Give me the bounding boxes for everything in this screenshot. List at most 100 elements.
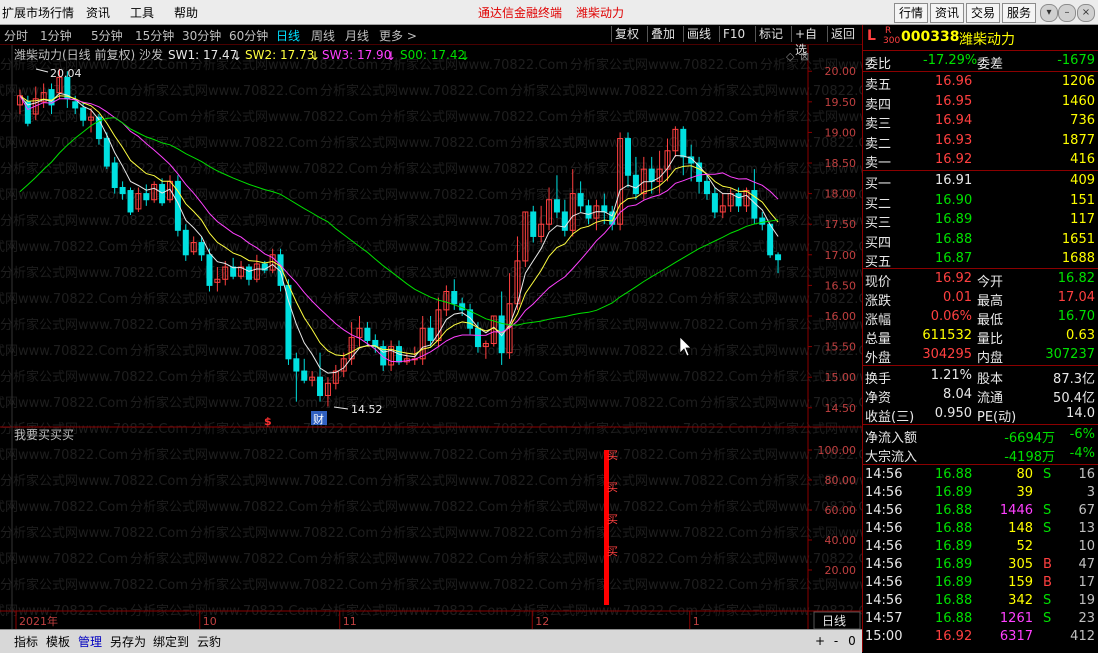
y-tick-label: 19.00 — [825, 126, 857, 139]
zoom-in-button[interactable]: + — [814, 634, 826, 648]
tick-time: 14:56 — [865, 485, 903, 500]
minimize-icon[interactable]: – — [1058, 4, 1076, 22]
watermark-text: 分析家公式网www.70822.Com — [190, 265, 378, 281]
candle-body — [632, 174, 639, 195]
candle-body — [577, 193, 584, 207]
buy-signal-bar — [604, 450, 609, 605]
chart-close-icon[interactable]: ⊠ — [800, 50, 809, 63]
tab-manage[interactable]: 管理 — [78, 633, 102, 650]
candle-body — [553, 199, 560, 213]
watermark-text: 分析家公式网www.70822.Com — [320, 551, 508, 567]
stat-row: 总量 611532 量比 0.63 — [863, 327, 1098, 347]
period-tab-timeshare[interactable]: 分时 — [4, 27, 28, 44]
period-tab-daily[interactable]: 日线 — [276, 27, 300, 44]
overlay-button[interactable]: 叠加 — [647, 26, 685, 42]
dropdown-icon[interactable]: ▾ — [1040, 4, 1058, 22]
period-tab-30min[interactable]: 30分钟 — [182, 27, 221, 44]
watermark-text: 分析家公式网www.70822.Com — [0, 499, 128, 515]
kline-chart[interactable]: 分析家公式网www.70822.Com 分析家公式网www.70822.Com 分析… — [0, 45, 862, 631]
stat-row: 涨跌 0.01 最高 17.04 — [863, 289, 1098, 309]
back-button[interactable]: 返回 — [827, 26, 863, 42]
watermark-text: 分析家公式网www.70822.Com — [130, 395, 318, 411]
period-tab-monthly[interactable]: 月线 — [345, 27, 369, 44]
level-r-badge: R — [885, 26, 892, 36]
service-button[interactable]: 服务 — [1002, 3, 1036, 23]
close-icon[interactable]: × — [1077, 4, 1095, 22]
candle-body — [206, 254, 213, 286]
watermark-text: 分析家公式网www.70822.Com — [190, 369, 378, 385]
menu-item-market[interactable]: 扩展市场行情 — [2, 4, 74, 21]
watermark-text: 分析家公式网www.70822.Com — [380, 369, 568, 385]
period-indicator-label[interactable]: 日线 — [822, 614, 846, 628]
flow-row: 净流入额 -6694万 -6% — [863, 426, 1098, 446]
tab-yunbao[interactable]: 云豹 — [197, 633, 221, 650]
watermark-text: 分析家公式网www.70822.Com — [320, 499, 508, 515]
fund-row: 收益(三) 0.950 PE(动) 14.0 — [863, 405, 1098, 425]
bid-volume: 1688 — [1061, 251, 1095, 266]
stat-value: 16.92 — [934, 271, 972, 286]
candle-body — [111, 162, 118, 188]
draw-button[interactable]: 画线 — [683, 26, 721, 42]
menu-item-tools[interactable]: 工具 — [130, 4, 154, 21]
watermark-text: 分析家公式网www.70822.Com — [320, 395, 508, 411]
add-watchlist-button[interactable]: +自选 — [791, 26, 829, 57]
tab-template[interactable]: 模板 — [46, 633, 70, 650]
menu-item-news[interactable]: 资讯 — [86, 4, 110, 21]
buy-signal-label: 买 — [607, 481, 618, 494]
stat-label: 最低 — [977, 313, 1004, 328]
watermark-text: 分析家公式网www.70822.Com — [510, 395, 698, 411]
flow-value: -6694万 — [1004, 431, 1055, 446]
period-tab-5min[interactable]: 5分钟 — [91, 27, 123, 44]
watermark-text: 分析家公式网www.70822.Com — [0, 213, 188, 229]
news-button[interactable]: 资讯 — [930, 3, 964, 23]
weibi-row: 委比 -17.29% 委差 -1679 — [865, 53, 1095, 72]
period-tab-15min[interactable]: 15分钟 — [135, 27, 174, 44]
zoom-reset-button[interactable]: 0 — [846, 634, 858, 648]
tick-volume: 305 — [1008, 557, 1033, 572]
candle-body — [759, 217, 766, 225]
watermark-text: 分析家公式网www.70822.Com — [320, 291, 508, 307]
watermark-text: 分析家公式网www.70822.Com — [320, 135, 508, 151]
tick-volume: 342 — [1008, 593, 1033, 608]
period-tab-more[interactable]: 更多 > — [379, 27, 417, 44]
candle-body — [601, 205, 608, 213]
dividend-marker[interactable]: $ — [264, 415, 272, 428]
trade-button[interactable]: 交易 — [966, 3, 1000, 23]
tick-count: 13 — [1078, 521, 1095, 536]
sub-y-tick-label: 20.00 — [825, 564, 857, 577]
period-tab-1min[interactable]: 1分钟 — [40, 27, 72, 44]
menu-item-help[interactable]: 帮助 — [174, 4, 198, 21]
watermark-text: 分析家公式网www.70822.Com — [320, 83, 508, 99]
tab-indicator[interactable]: 指标 — [14, 633, 38, 650]
tick-price: 16.89 — [935, 557, 973, 572]
tick-time: 14:56 — [865, 539, 903, 554]
flow-pct: -6% — [1069, 427, 1095, 442]
period-tab-60min[interactable]: 60分钟 — [229, 27, 268, 44]
mark-button[interactable]: 标记 — [755, 26, 793, 42]
stat-value: 0.01 — [943, 290, 972, 305]
period-tab-weekly[interactable]: 周线 — [311, 27, 335, 44]
level-l-badge: L — [867, 28, 876, 44]
watermark-text: 分析家公式网www.70822.Com — [510, 83, 698, 99]
tab-bind-to[interactable]: 绑定到 — [153, 633, 189, 650]
watermark-text: 分析家公式网www.70822.Com — [0, 395, 128, 411]
bid-volume: 1651 — [1061, 231, 1095, 247]
chart-settings-icon[interactable]: ◇ — [786, 50, 795, 63]
financial-marker[interactable]: 财 — [313, 412, 324, 426]
zoom-out-button[interactable]: - — [830, 634, 842, 648]
f10-button[interactable]: F10 — [719, 26, 757, 42]
watermark-text: 分析家公式网www.70822.Com — [190, 213, 378, 229]
app-title: 通达信金融终端 — [478, 6, 563, 20]
bid-row: 买三 16.89 117 — [863, 211, 1098, 231]
candle-body — [451, 291, 458, 305]
candle-body — [775, 254, 782, 261]
tick-row: 14:56 16.89 159 B 17 — [863, 575, 1098, 593]
tick-price: 16.89 — [935, 539, 973, 554]
candle-body — [703, 180, 710, 195]
candle-body — [711, 193, 718, 213]
adjust-button[interactable]: 复权 — [611, 26, 649, 42]
tick-side: B — [1043, 575, 1052, 590]
tab-save-as[interactable]: 另存为 — [110, 633, 146, 650]
market-button[interactable]: 行情 — [894, 3, 928, 23]
sub-y-tick-label: 100.00 — [818, 444, 857, 457]
